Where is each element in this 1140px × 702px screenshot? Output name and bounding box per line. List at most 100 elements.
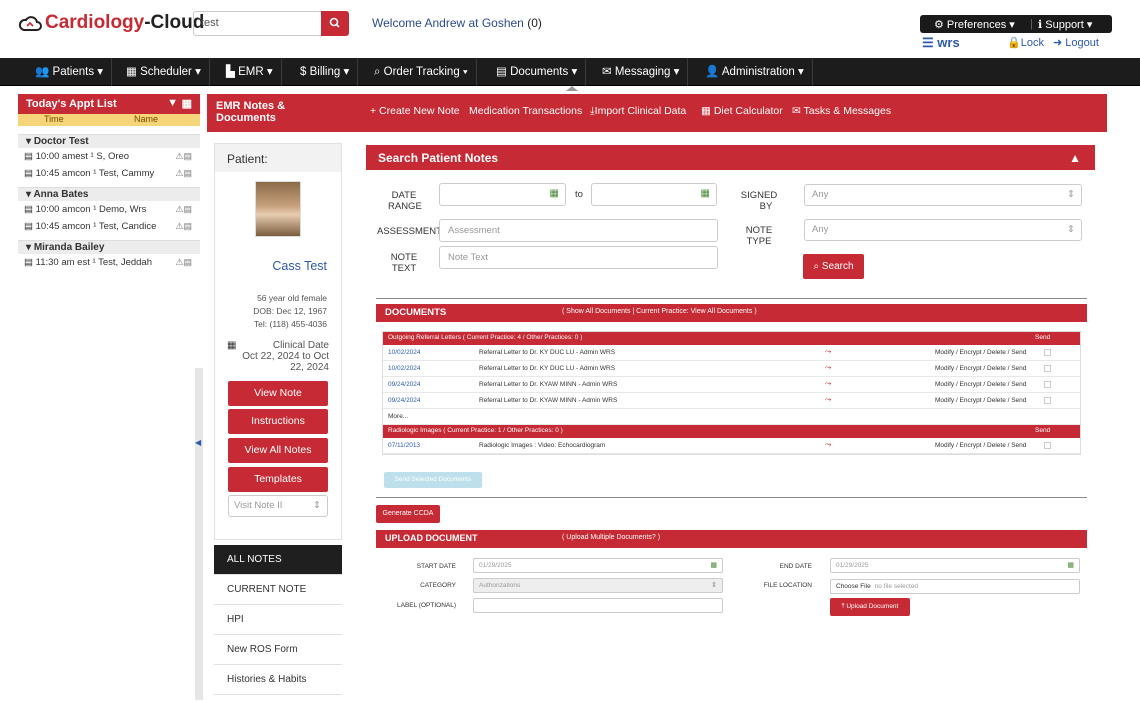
signed-by-select[interactable]: Any ⇕ bbox=[804, 184, 1082, 206]
upload-header: UPLOAD DOCUMENT ( Upload Multiple Docume… bbox=[376, 530, 1087, 548]
visit-note-select[interactable]: Visit Note II ⇕ bbox=[228, 495, 328, 517]
calendar-icon[interactable]: ▦ bbox=[550, 188, 559, 199]
app-logo[interactable]: Cardiology-Cloud bbox=[18, 12, 204, 34]
message-count[interactable]: (0) bbox=[527, 16, 542, 30]
search-icon: ⌕ bbox=[374, 66, 381, 78]
divider bbox=[376, 298, 1087, 299]
send-checkbox[interactable] bbox=[1044, 349, 1051, 356]
date-to-input[interactable]: ▦ bbox=[591, 183, 717, 206]
appt-doctor-group[interactable]: ▾ Anna Bates bbox=[18, 187, 200, 201]
envelope-icon: ✉ bbox=[792, 105, 801, 117]
create-note-link[interactable]: + Create New Note bbox=[370, 105, 460, 117]
collapse-icon[interactable]: ▲ bbox=[1069, 151, 1081, 165]
send-checkbox[interactable] bbox=[1044, 365, 1051, 372]
upload-icon: ⤒ bbox=[841, 603, 845, 610]
templates-button[interactable]: Templates bbox=[228, 467, 328, 492]
calendar-icon[interactable]: ▦ bbox=[182, 97, 192, 110]
patient-search-input[interactable]: test bbox=[193, 11, 321, 36]
file-location-input[interactable]: Choose File no file selected bbox=[830, 579, 1080, 594]
calendar-icon: ▦ bbox=[126, 66, 137, 78]
envelope-icon: ✉ bbox=[602, 66, 612, 78]
search-button[interactable] bbox=[321, 11, 349, 36]
pdf-icon[interactable]: ⤳ bbox=[825, 395, 831, 405]
end-date-label: END DATE bbox=[779, 563, 812, 570]
more-link[interactable]: More... bbox=[388, 413, 408, 420]
pdf-icon[interactable]: ⤳ bbox=[825, 379, 831, 389]
calendar-icon[interactable]: ▦ bbox=[701, 188, 710, 199]
nav-order-tracking[interactable]: ⌕ Order Tracking ▾ bbox=[366, 58, 477, 86]
nav-patients[interactable]: 👥 Patients ▾ bbox=[27, 58, 113, 86]
sidebar-collapse-bar[interactable]: ◀ bbox=[195, 368, 203, 700]
collapse-handle-icon[interactable] bbox=[566, 86, 578, 91]
select-arrow-icon: ⇕ bbox=[1067, 224, 1075, 235]
import-clinical-link[interactable]: ⤓Import Clinical Data bbox=[590, 105, 686, 118]
calendar-icon[interactable]: ▦ bbox=[710, 561, 717, 569]
notes-list-item[interactable]: Histories & Habits bbox=[214, 665, 342, 695]
app-header: Cardiology-Cloud test Welcome Andrew at … bbox=[0, 0, 1140, 58]
appt-doctor-group[interactable]: ▾ Doctor Test bbox=[18, 134, 200, 148]
chevron-left-icon[interactable]: ◀ bbox=[195, 438, 201, 447]
emr-toolbar: EMR Notes & Documents + Create New Note M… bbox=[207, 94, 1107, 132]
nav-scheduler[interactable]: ▦ Scheduler ▾ bbox=[118, 58, 210, 86]
send-checkbox[interactable] bbox=[1044, 442, 1051, 449]
appt-row[interactable]: ▤ 10:00 amcon ¹ Demo, Wrs ⚠▤ bbox=[18, 201, 200, 218]
instructions-button[interactable]: Instructions bbox=[228, 409, 328, 434]
notes-list-item[interactable]: ALL NOTES bbox=[214, 545, 342, 575]
notes-list-item[interactable]: New ROS Form bbox=[214, 635, 342, 665]
appt-list-panel: Today's Appt List ▼ ▦ Time Name ▾ Doctor… bbox=[18, 94, 200, 294]
note-type-select[interactable]: Any ⇕ bbox=[804, 219, 1082, 241]
nav-documents[interactable]: ▤ Documents ▾ bbox=[488, 58, 587, 86]
file-location-label: FILE LOCATION bbox=[763, 582, 812, 589]
preferences-menu[interactable]: ⚙ Preferences ▾ bbox=[934, 18, 1015, 31]
pdf-icon[interactable]: ⤳ bbox=[825, 363, 831, 373]
calendar-icon[interactable]: ▦ bbox=[1067, 561, 1074, 569]
documents-sublinks[interactable]: ( Show All Documents | Current Practice:… bbox=[562, 308, 757, 315]
note-icon: ▤ bbox=[24, 151, 33, 162]
tasks-messages-link[interactable]: ✉ Tasks & Messages bbox=[792, 105, 891, 117]
notes-list-item[interactable]: CURRENT NOTE bbox=[214, 575, 342, 605]
patient-name[interactable]: Cass Test bbox=[272, 259, 327, 273]
start-date-input[interactable]: 01/29/2025 ▦ bbox=[473, 558, 723, 573]
appt-status-icon: ⚠▤ bbox=[175, 204, 192, 214]
send-checkbox[interactable] bbox=[1044, 381, 1051, 388]
pdf-icon[interactable]: ⤳ bbox=[825, 347, 831, 357]
view-note-button[interactable]: View Note bbox=[228, 381, 328, 406]
lock-link[interactable]: 🔒Lock bbox=[1007, 37, 1044, 49]
label-input[interactable] bbox=[473, 598, 723, 613]
appt-row[interactable]: ▤ 10:45 amcon ¹ Test, Candice ⚠▤ bbox=[18, 218, 200, 235]
nav-billing[interactable]: $ Billing ▾ bbox=[292, 58, 359, 86]
date-from-input[interactable]: ▦ bbox=[439, 183, 566, 206]
filter-icon[interactable]: ▼ bbox=[167, 97, 178, 109]
notes-list-item[interactable]: HPI bbox=[214, 605, 342, 635]
send-checkbox[interactable] bbox=[1044, 397, 1051, 404]
appt-status-icon: ⚠▤ bbox=[175, 257, 192, 267]
note-text-input[interactable]: Note Text bbox=[439, 246, 718, 269]
cloud-icon bbox=[18, 16, 42, 31]
nav-emr[interactable]: ▙ EMR ▾ bbox=[218, 58, 282, 86]
nav-administration[interactable]: 👤 Administration ▾ bbox=[697, 58, 813, 86]
diet-calculator-link[interactable]: ▦ Diet Calculator bbox=[701, 105, 783, 117]
assessment-input[interactable]: Assessment bbox=[439, 219, 718, 242]
support-menu[interactable]: ℹ Support ▾ bbox=[1038, 18, 1092, 31]
search-notes-button[interactable]: ⌕ Search bbox=[803, 254, 864, 279]
upload-multiple-link[interactable]: ( Upload Multiple Documents? ) bbox=[562, 534, 660, 541]
appt-row[interactable]: ▤ 11:30 am est ¹ Test, Jeddah ⚠▤ bbox=[18, 254, 200, 271]
medication-transactions-link[interactable]: Medication Transactions bbox=[469, 105, 582, 117]
database-icon: ☰ bbox=[922, 35, 934, 50]
appt-row[interactable]: ▤ 10:45 amcon ¹ Test, Cammy ⚠▤ bbox=[18, 165, 200, 182]
category-select[interactable]: Authorizations ⇕ bbox=[473, 578, 723, 593]
logout-link[interactable]: ➜ Logout bbox=[1053, 37, 1099, 49]
upload-document-button[interactable]: ⤒ Upload Document bbox=[830, 598, 910, 616]
start-date-label: START DATE bbox=[416, 563, 456, 570]
end-date-input[interactable]: 01/29/2025 ▦ bbox=[830, 558, 1080, 573]
nav-messaging[interactable]: ✉ Messaging ▾ bbox=[594, 58, 689, 86]
table-row: 10/02/2024 Referral Letter to Dr. KY DUC … bbox=[383, 345, 1080, 361]
choose-file-button[interactable]: Choose File bbox=[836, 583, 871, 590]
appt-row[interactable]: ▤ 10:00 amest ¹ S, Oreo ⚠▤ bbox=[18, 148, 200, 165]
lock-logout: 🔒Lock ➜ Logout bbox=[1007, 36, 1099, 49]
appt-doctor-group[interactable]: ▾ Miranda Bailey bbox=[18, 240, 200, 254]
send-selected-button[interactable]: Send Selected Documents bbox=[384, 472, 482, 488]
pdf-icon[interactable]: ⤳ bbox=[825, 440, 831, 450]
view-all-notes-button[interactable]: View All Notes bbox=[228, 438, 328, 463]
generate-ccda-button[interactable]: Generate CCDA bbox=[376, 505, 440, 523]
